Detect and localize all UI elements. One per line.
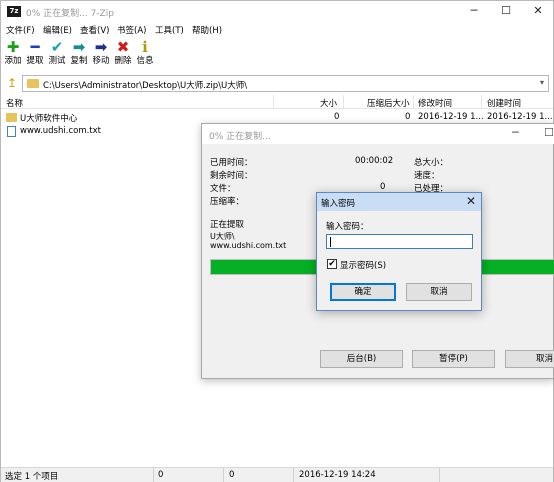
status-divider <box>293 468 294 482</box>
column-modified[interactable]: 修改时间 <box>418 97 452 109</box>
minimize-button[interactable]: ─ <box>512 126 519 139</box>
status-packed: 0 <box>229 470 235 480</box>
info-icon: ℹ <box>142 38 148 56</box>
file-size: 0 <box>334 112 340 122</box>
list-header: 名称 大小 压缩后大小 修改时间 创建时间 <box>1 95 553 109</box>
menu-bar: 文件(F) 编辑(E) 查看(V) 书签(A) 工具(T) 帮助(H) <box>1 23 553 37</box>
status-divider <box>223 468 224 482</box>
files-label: 文件： <box>210 184 236 194</box>
elapsed-label: 已用时间： <box>210 158 253 168</box>
menu-tools[interactable]: 工具(T) <box>155 24 184 36</box>
remaining-label: 剩余时间： <box>210 171 253 181</box>
info-button[interactable]: ℹ 信息 <box>134 39 156 73</box>
folder-up-icon[interactable]: ↥ <box>5 76 19 90</box>
maximize-button[interactable]: ☐ <box>544 126 554 139</box>
column-divider[interactable] <box>273 95 274 109</box>
status-time: 2016-12-19 14:24 <box>299 470 376 480</box>
info-label: 信息 <box>136 56 154 66</box>
folder-icon <box>27 79 39 88</box>
elapsed-value: 00:00:02 <box>355 156 394 166</box>
action-label: 正在提取 <box>210 220 245 230</box>
address-path: C:\Users\Administrator\Desktop\U大师.zip\U… <box>43 81 248 91</box>
extract-icon: ━ <box>30 38 40 56</box>
status-divider <box>153 468 154 482</box>
column-size[interactable]: 大小 <box>320 97 337 109</box>
maximize-button[interactable]: ☐ <box>491 1 521 23</box>
menu-view[interactable]: 查看(V) <box>80 24 109 36</box>
window-title: 0% 正在复制... 7-Zip <box>26 9 114 19</box>
menu-help[interactable]: 帮助(H) <box>192 24 222 36</box>
menu-file[interactable]: 文件(F) <box>6 24 35 36</box>
files-value: 0 <box>380 182 386 192</box>
text-caret <box>330 237 331 247</box>
cancel-button[interactable]: 取消 <box>406 283 472 301</box>
column-packed-size[interactable]: 压缩后大小 <box>367 97 410 109</box>
password-dialog-title: 输入密码 <box>321 199 356 209</box>
progress-title: 0% 正在复制... <box>209 132 271 142</box>
move-icon: ➡ <box>94 38 108 56</box>
file-packed-size: 0 <box>405 112 411 122</box>
title-bar: 7z 0% 正在复制... 7-Zip ─ ☐ ✕ <box>1 1 553 23</box>
total-size-label: 总大小： <box>414 158 449 168</box>
column-divider[interactable] <box>481 95 482 109</box>
test-icon: ✔ <box>50 38 64 56</box>
password-title-bar: 输入密码 ✕ <box>317 193 481 211</box>
close-button[interactable]: ✕ <box>523 1 553 23</box>
file-name: www.udshi.com.txt <box>20 126 101 136</box>
status-bar: 选定 1 个项目 0 0 2016-12-19 14:24 <box>1 467 553 482</box>
address-input[interactable]: C:\Users\Administrator\Desktop\U大师.zip\U… <box>22 75 549 92</box>
copy-icon: ➡ <box>72 38 86 56</box>
delete-icon: ✖ <box>116 38 130 56</box>
status-divider <box>439 468 440 482</box>
file-name: U大师软件中心 <box>20 114 78 124</box>
menu-edit[interactable]: 编辑(E) <box>43 24 72 36</box>
text-file-icon <box>7 126 16 137</box>
minimize-button[interactable]: ─ <box>459 1 489 23</box>
column-name[interactable]: 名称 <box>6 97 23 109</box>
background-button[interactable]: 后台(B) <box>320 350 403 368</box>
toolbar: ✚ 添加 ━ 提取 ✔ 测试 ➡ 复制 ➡ 移动 ✖ 删除 ℹ 信息 <box>1 37 553 73</box>
cancel-button[interactable]: 取消 <box>505 350 554 368</box>
pause-button[interactable]: 暂停(P) <box>412 350 495 368</box>
menu-bookmarks[interactable]: 书签(A) <box>117 24 146 36</box>
show-password-checkbox[interactable]: ✔ <box>327 259 337 269</box>
app-icon: 7z <box>7 6 21 17</box>
status-size: 0 <box>158 470 164 480</box>
folder-icon <box>6 113 17 122</box>
close-icon[interactable]: ✕ <box>466 194 476 208</box>
file-modified: 2016-12-19 1... <box>418 112 484 122</box>
column-created[interactable]: 创建时间 <box>487 97 521 109</box>
current-file: www.udshi.com.txt <box>210 241 287 250</box>
show-password-label[interactable]: 显示密码(S) <box>340 259 386 271</box>
add-icon: ✚ <box>6 38 20 56</box>
column-divider[interactable] <box>413 95 414 109</box>
ratio-label: 压缩率： <box>210 197 245 207</box>
file-created: 2016-12-19 1... <box>487 112 553 122</box>
speed-label: 速度： <box>414 171 440 181</box>
chevron-down-icon[interactable]: ▾ <box>540 78 544 87</box>
address-bar: ↥ C:\Users\Administrator\Desktop\U大师.zip… <box>1 74 553 92</box>
progress-title-bar: 0% 正在复制... ─ ☐ <box>202 124 554 144</box>
password-label: 输入密码： <box>326 222 369 232</box>
ok-button[interactable]: 确定 <box>330 283 396 301</box>
status-selection: 选定 1 个项目 <box>5 472 59 482</box>
password-input[interactable] <box>326 234 473 249</box>
password-dialog: 输入密码 ✕ 输入密码： ✔ 显示密码(S) 确定 取消 <box>316 192 482 311</box>
column-divider[interactable] <box>343 95 344 109</box>
